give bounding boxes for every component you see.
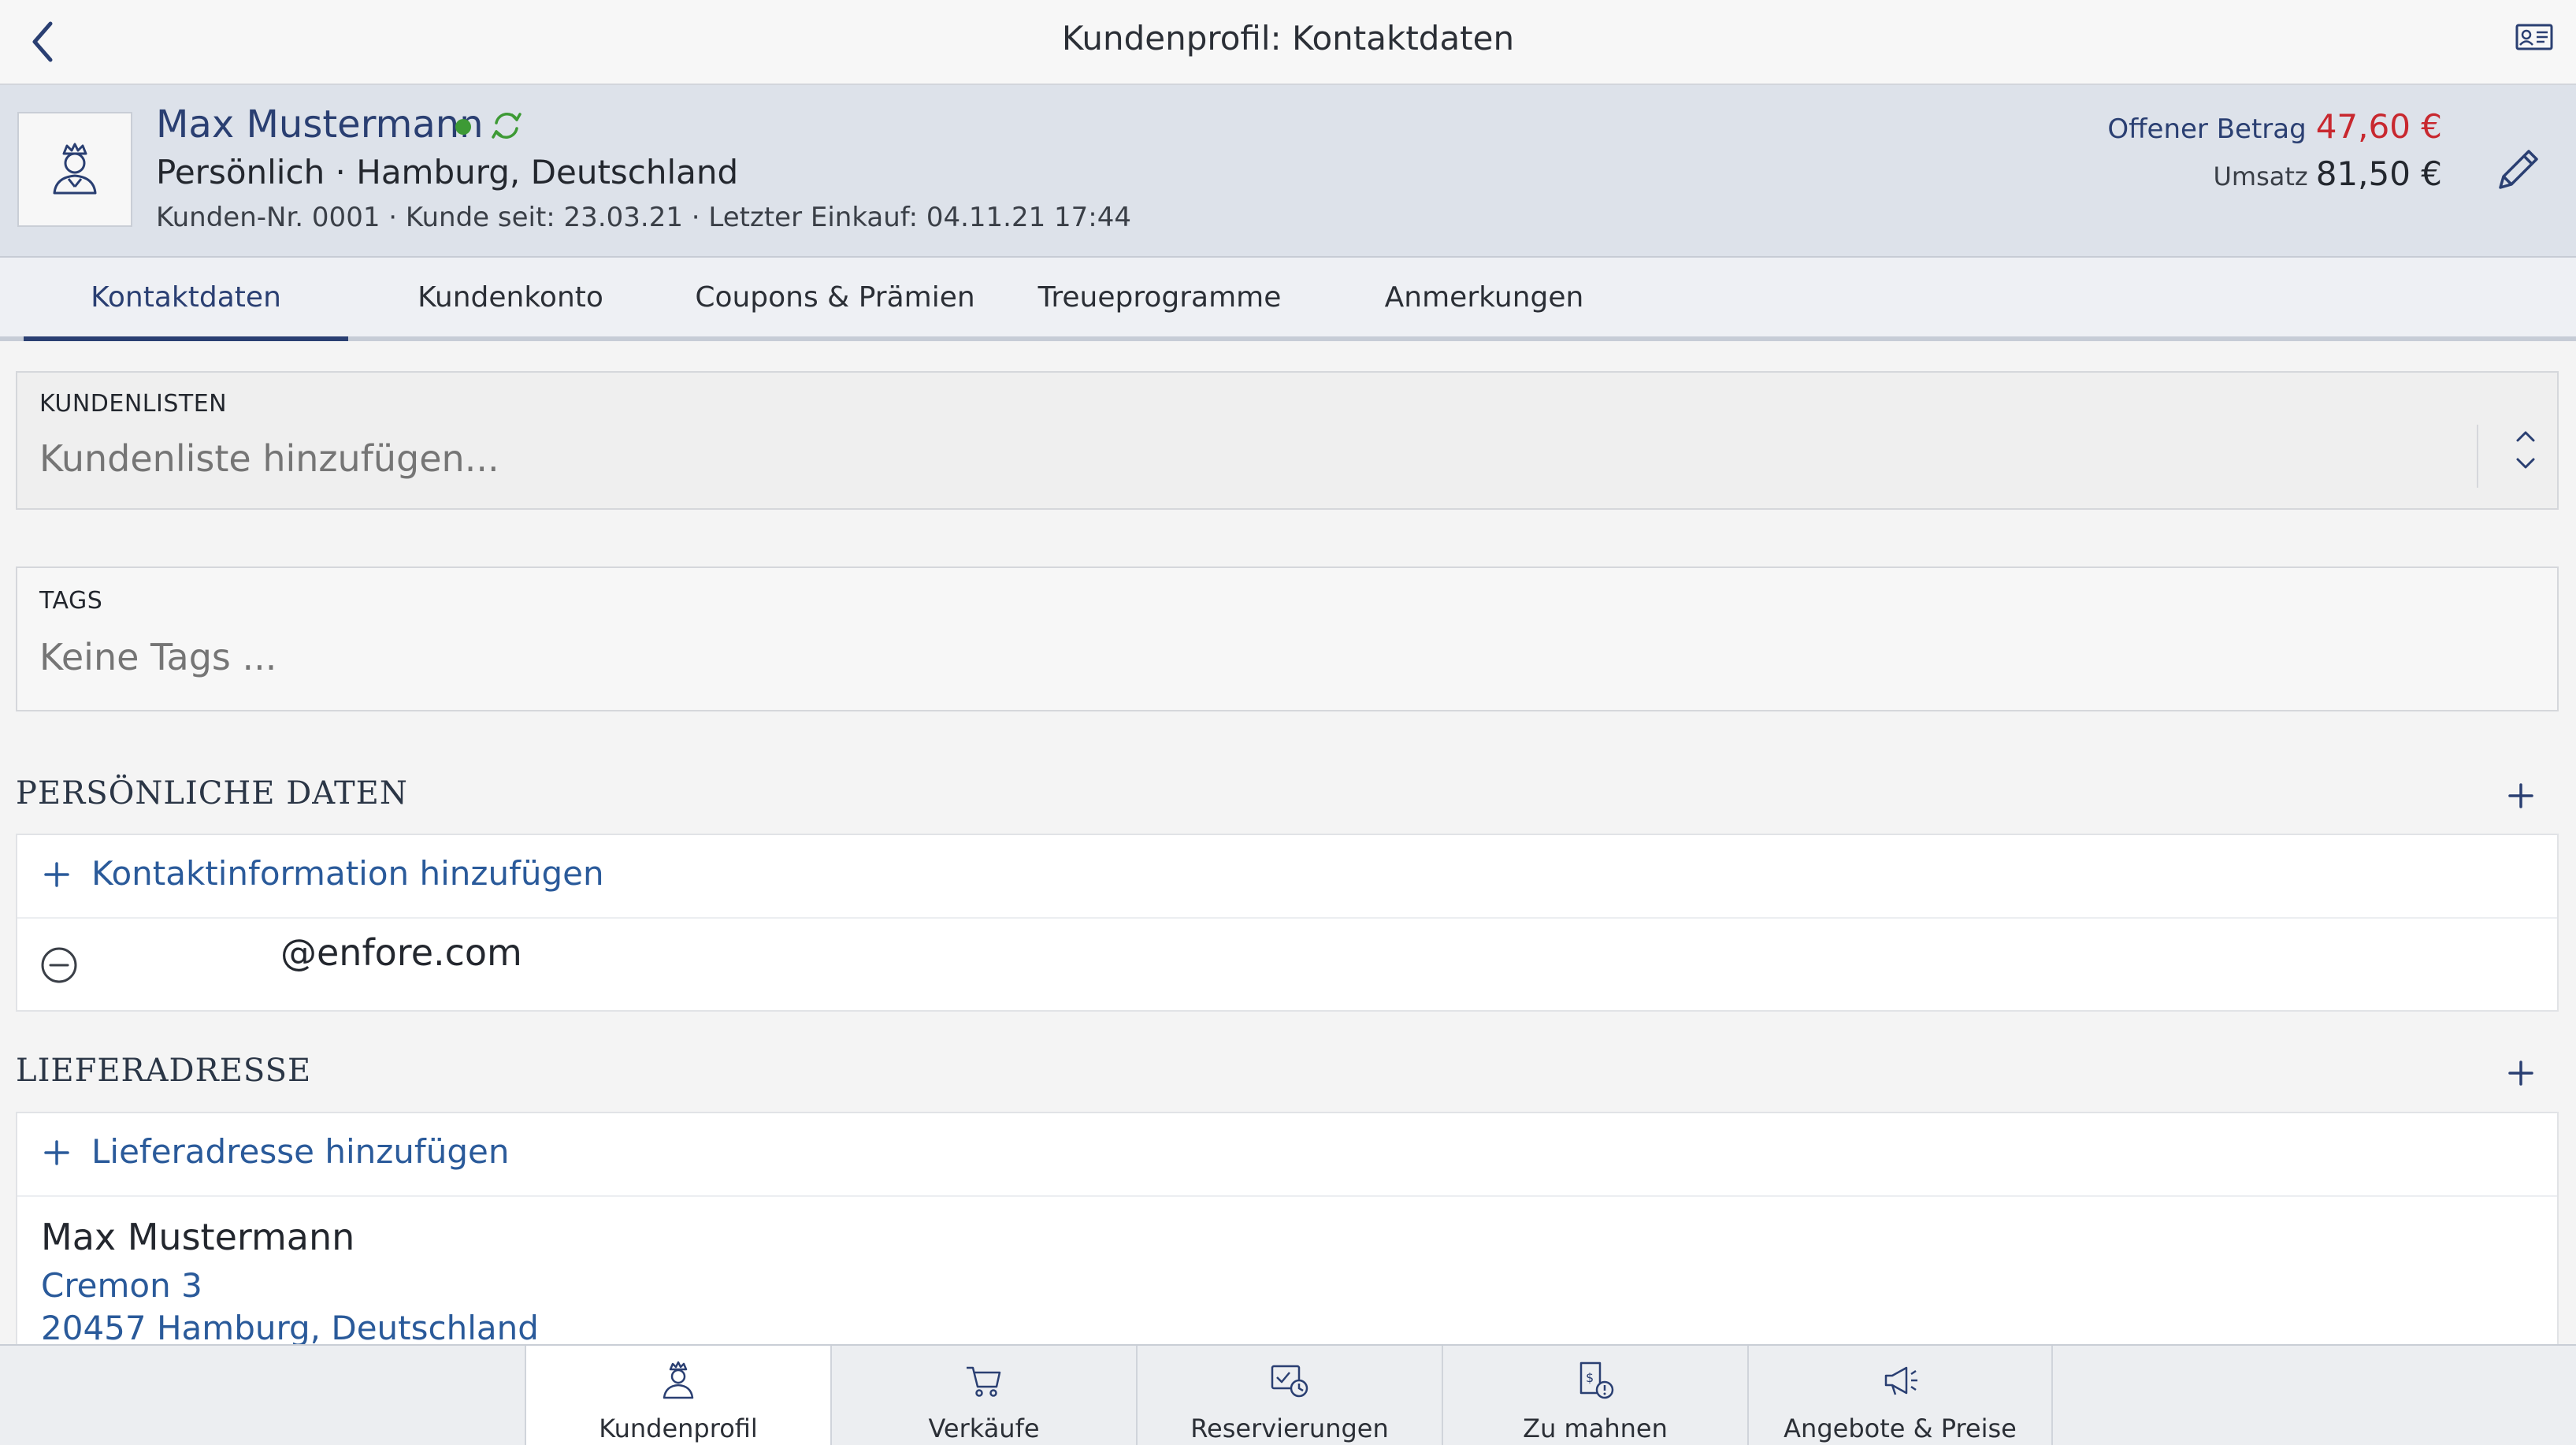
- cart-icon: [967, 1366, 1001, 1397]
- turnover-value: 81,50 €: [2315, 154, 2442, 193]
- personal-data-card: Kontaktinformation hinzufügen @enfore.co…: [16, 834, 2559, 1012]
- tags-label: TAGS: [39, 587, 103, 615]
- nav-label: Reservierungen: [1190, 1413, 1389, 1443]
- address-street: Cremon 3: [41, 1266, 202, 1305]
- nav-label: Kundenprofil: [599, 1413, 758, 1443]
- nav-verkaeufe[interactable]: Verkäufe: [830, 1346, 1136, 1445]
- email-row: @enfore.com: [17, 919, 2557, 1012]
- plus-icon: [44, 1140, 69, 1165]
- avatar: [17, 112, 132, 227]
- tab-kontaktdaten[interactable]: Kontaktdaten: [24, 258, 348, 341]
- customer-name: Max Mustermann: [156, 102, 484, 147]
- contact-card-icon: [2515, 24, 2553, 50]
- minus-circle-icon: [41, 947, 77, 983]
- turnover-label: Umsatz: [2213, 162, 2308, 191]
- address-city: 20457 Hamburg, Deutschland: [41, 1309, 539, 1347]
- sync-icon[interactable]: [488, 107, 525, 143]
- turnover: Umsatz 81,50 €: [2213, 154, 2442, 193]
- delivery-address-title: LIEFERADRESSE: [16, 1053, 312, 1089]
- customer-icon: [663, 1361, 694, 1399]
- customer-lists-label: KUNDENLISTEN: [39, 390, 228, 418]
- dunning-icon: $: [1579, 1361, 1614, 1399]
- customer-icon: [53, 143, 97, 195]
- customer-lists-input[interactable]: [39, 437, 2403, 480]
- page-title: Kundenprofil: Kontaktdaten: [1061, 19, 1515, 58]
- personal-data-title: PERSÖNLICHE DATEN: [16, 775, 408, 812]
- plus-icon: [2508, 1061, 2533, 1086]
- svg-text:$: $: [1586, 1370, 1594, 1385]
- address-name: Max Mustermann: [41, 1216, 355, 1258]
- top-bar: Kundenprofil: Kontaktdaten: [0, 0, 2576, 85]
- remove-email-button[interactable]: [39, 945, 79, 985]
- nav-label: Zu mahnen: [1523, 1413, 1668, 1443]
- tags-input[interactable]: [39, 636, 2481, 678]
- online-status-dot: [455, 119, 471, 135]
- megaphone-icon: [1884, 1366, 1917, 1395]
- add-contact-info-label: Kontaktinformation hinzufügen: [91, 854, 604, 893]
- tab-treueprogramme[interactable]: Treueprogramme: [997, 258, 1322, 336]
- add-delivery-address-label: Lieferadresse hinzufügen: [91, 1132, 510, 1171]
- nav-angebote-preise[interactable]: Angebote & Preise: [1747, 1346, 2053, 1445]
- tab-coupons[interactable]: Coupons & Prämien: [673, 258, 997, 336]
- add-delivery-address-button[interactable]: [2505, 1057, 2537, 1089]
- nav-label: Verkäufe: [928, 1413, 1040, 1443]
- delivery-address-entry[interactable]: Max Mustermann Cremon 3 20457 Hamburg, D…: [17, 1197, 2557, 1347]
- open-amount: Offener Betrag 47,60 €: [2107, 107, 2442, 146]
- add-contact-info-row[interactable]: Kontaktinformation hinzufügen: [17, 835, 2557, 917]
- add-personal-data-button[interactable]: [2505, 780, 2537, 812]
- open-amount-value: 47,60 €: [2315, 107, 2442, 146]
- reservation-icon: [1271, 1365, 1308, 1398]
- tab-bar: Kontaktdaten Kundenkonto Coupons & Prämi…: [0, 258, 2576, 341]
- customer-subtitle: Persönlich · Hamburg, Deutschland: [156, 153, 739, 191]
- nav-label: Angebote & Preise: [1784, 1413, 2017, 1443]
- tab-kundenkonto[interactable]: Kundenkonto: [348, 258, 673, 336]
- chevron-up-down-icon: [2516, 431, 2535, 469]
- customer-lists-field: KUNDENLISTEN: [16, 371, 2559, 510]
- nav-zu-mahnen[interactable]: $ Zu mahnen: [1442, 1346, 1747, 1445]
- refresh-icon: [492, 113, 522, 139]
- customer-header: Max Mustermann Persönlich · Hamburg, Deu…: [0, 85, 2576, 258]
- email-value[interactable]: @enfore.com: [280, 931, 522, 974]
- open-amount-label: Offener Betrag: [2107, 113, 2307, 145]
- pencil-icon: [2499, 150, 2538, 189]
- tags-field: TAGS: [16, 566, 2559, 711]
- contact-card-button[interactable]: [2515, 22, 2554, 54]
- tab-anmerkungen[interactable]: Anmerkungen: [1322, 258, 1646, 336]
- nav-reservierungen[interactable]: Reservierungen: [1136, 1346, 1442, 1445]
- delivery-address-card: Lieferadresse hinzufügen Max Mustermann …: [16, 1112, 2559, 1347]
- nav-kundenprofil[interactable]: Kundenprofil: [525, 1346, 830, 1445]
- edit-button[interactable]: [2489, 142, 2546, 199]
- bottom-navigation: Kundenprofil Verkäufe Reservierungen $ Z…: [0, 1344, 2576, 1445]
- plus-icon: [44, 862, 69, 887]
- customer-lists-stepper[interactable]: [2510, 425, 2541, 475]
- customer-meta: Kunden-Nr. 0001 · Kunde seit: 23.03.21 ·…: [156, 202, 1132, 233]
- plus-icon: [2508, 783, 2533, 808]
- add-delivery-address-row[interactable]: Lieferadresse hinzufügen: [17, 1113, 2557, 1195]
- stepper-divider: [2477, 425, 2478, 488]
